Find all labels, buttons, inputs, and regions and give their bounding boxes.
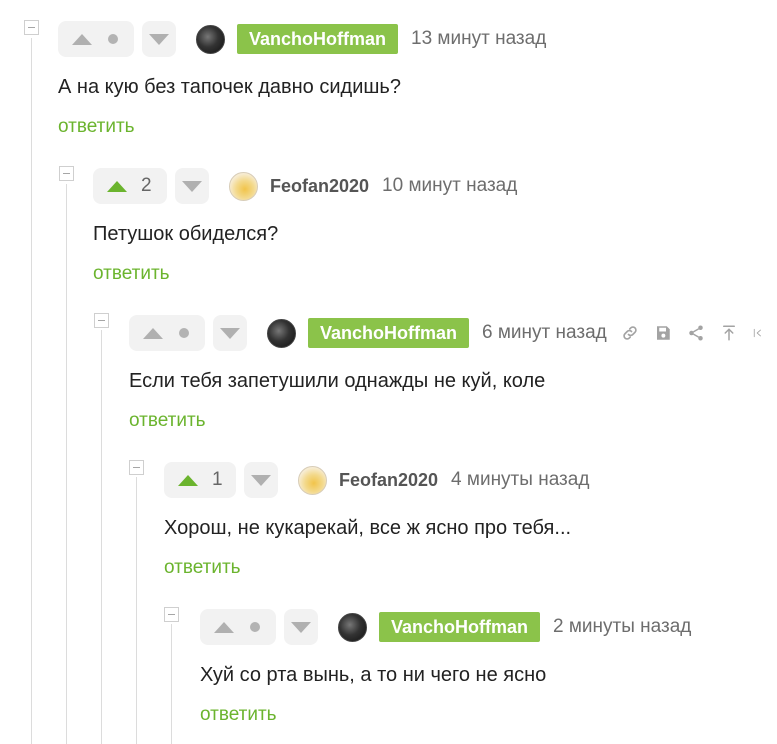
avatar[interactable] (298, 465, 327, 495)
downvote-button[interactable] (142, 21, 176, 57)
collapse-thread-button[interactable] (164, 607, 179, 622)
upvote-arrow-icon[interactable] (143, 327, 163, 339)
comment-text: Хуй со рта вынь, а то ни чего не ясно (200, 664, 547, 686)
avatar[interactable] (338, 612, 367, 642)
comment-actions (621, 324, 763, 342)
comment-time[interactable]: 10 минут назад (382, 175, 517, 197)
vote-up-panel[interactable] (200, 609, 276, 645)
avatar[interactable] (196, 24, 225, 54)
comment-header: VanchoHoffman 2 минуты назад (200, 608, 691, 646)
vote-up-panel[interactable] (58, 21, 134, 57)
downvote-button[interactable] (244, 462, 278, 498)
reply-link[interactable]: ответить (200, 704, 277, 726)
thread-line (171, 624, 172, 744)
downvote-button[interactable] (213, 315, 247, 351)
scroll-up-icon[interactable] (720, 324, 738, 342)
comment-time[interactable]: 13 минут назад (411, 28, 546, 50)
thread-line (31, 38, 32, 744)
comment-text: Если тебя запетушили однажды не куй, кол… (129, 370, 546, 392)
author-badge[interactable]: VanchoHoffman (308, 318, 470, 348)
avatar[interactable] (229, 171, 258, 201)
collapse-thread-button[interactable] (24, 20, 39, 35)
downvote-button[interactable] (175, 168, 209, 204)
downvote-button[interactable] (284, 609, 318, 645)
rating-dot-icon (179, 328, 189, 338)
upvote-arrow-icon[interactable] (214, 621, 234, 633)
rating-dot-icon (108, 34, 118, 44)
comment-text: А на кую без тапочек давно сидишь? (58, 76, 401, 98)
rating-dot-icon (250, 622, 260, 632)
collapse-icon[interactable] (753, 324, 763, 342)
upvote-arrow-icon[interactable] (178, 474, 198, 486)
comment-score: 1 (212, 469, 223, 490)
reply-link[interactable]: ответить (58, 116, 135, 138)
downvote-arrow-icon (251, 474, 271, 486)
comment-header: 1 Feofan2020 4 минуты назад (164, 461, 589, 499)
author-name[interactable]: Feofan2020 (339, 470, 438, 491)
upvote-arrow-icon[interactable] (72, 33, 92, 45)
comment-header: 2 Feofan2020 10 минут назад (93, 167, 517, 205)
author-badge[interactable]: VanchoHoffman (379, 612, 541, 642)
thread-line (136, 477, 137, 744)
downvote-arrow-icon (149, 33, 169, 45)
avatar[interactable] (267, 318, 296, 348)
downvote-arrow-icon (220, 327, 240, 339)
vote-up-panel[interactable]: 2 (93, 168, 167, 204)
comment-header: VanchoHoffman 6 минут назад (129, 314, 763, 352)
save-icon[interactable] (654, 324, 672, 342)
comment-header: VanchoHoffman 13 минут назад (58, 20, 546, 58)
vote-up-panel[interactable]: 1 (164, 462, 236, 498)
reply-link[interactable]: ответить (129, 410, 206, 432)
comment-time[interactable]: 4 минуты назад (451, 469, 589, 491)
comment-time[interactable]: 2 минуты назад (553, 616, 691, 638)
author-badge[interactable]: VanchoHoffman (237, 24, 399, 54)
comment-score: 2 (141, 175, 152, 196)
link-icon[interactable] (621, 324, 639, 342)
collapse-thread-button[interactable] (94, 313, 109, 328)
upvote-arrow-icon[interactable] (107, 180, 127, 192)
thread-line (66, 184, 67, 744)
author-name[interactable]: Feofan2020 (270, 176, 369, 197)
reply-link[interactable]: ответить (164, 557, 241, 579)
reply-link[interactable]: ответить (93, 263, 170, 285)
comment-text: Петушок обиделся? (93, 223, 279, 245)
vote-up-panel[interactable] (129, 315, 205, 351)
comment-time[interactable]: 6 минут назад (482, 322, 607, 344)
downvote-arrow-icon (291, 621, 311, 633)
downvote-arrow-icon (182, 180, 202, 192)
comment-text: Хорош, не кукарекай, все ж ясно про тебя… (164, 517, 572, 539)
thread-line (101, 330, 102, 744)
share-icon[interactable] (687, 324, 705, 342)
collapse-thread-button[interactable] (59, 166, 74, 181)
collapse-thread-button[interactable] (129, 460, 144, 475)
